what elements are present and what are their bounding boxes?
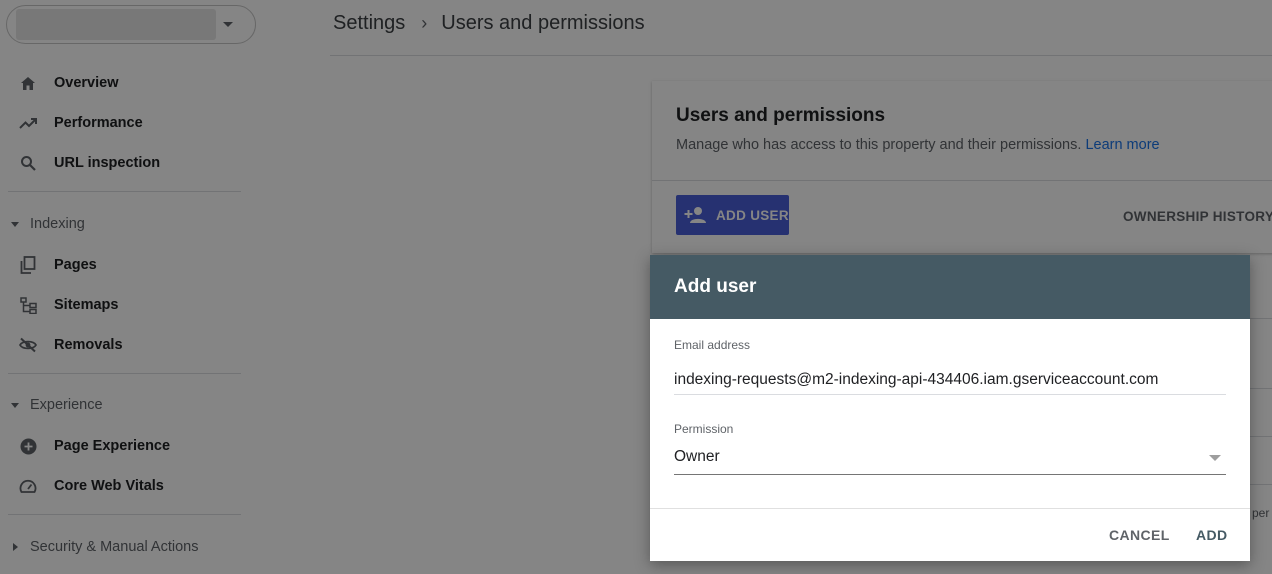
email-field[interactable]: indexing-requests@m2-indexing-api-434406… <box>674 371 1158 389</box>
dialog-title: Add user <box>674 276 757 297</box>
permission-label: Permission <box>674 422 734 436</box>
email-label: Email address <box>674 338 751 352</box>
add-button[interactable]: ADD <box>1196 527 1228 543</box>
dropdown-arrow-icon[interactable] <box>1209 455 1221 461</box>
cancel-button[interactable]: CANCEL <box>1109 527 1170 543</box>
permission-underline <box>674 474 1226 475</box>
permission-select[interactable]: Owner <box>674 448 720 466</box>
email-underline <box>674 394 1226 395</box>
dialog-divider <box>650 508 1250 509</box>
dialog-header: Add user <box>650 255 1250 319</box>
add-user-dialog: Add user Email address indexing-requests… <box>650 255 1250 561</box>
